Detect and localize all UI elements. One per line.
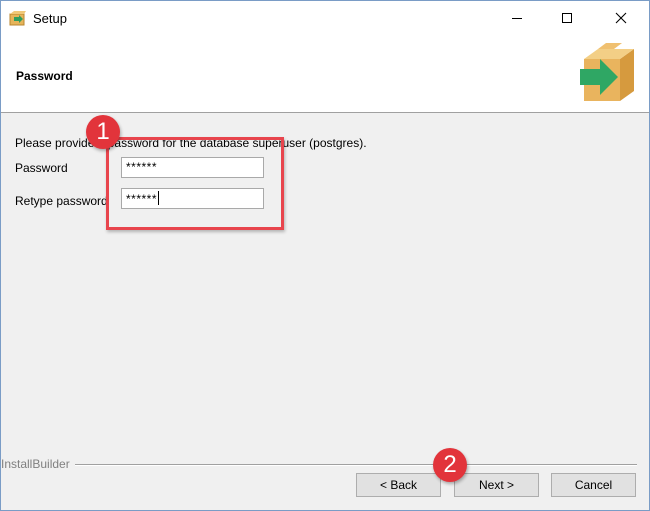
highlight-box: [106, 137, 284, 230]
step-badge-2: 2: [433, 448, 467, 482]
password-label: Password: [15, 161, 68, 175]
close-button[interactable]: [595, 1, 647, 35]
maximize-button[interactable]: [541, 1, 593, 35]
footer-divider: [1, 464, 637, 466]
back-button[interactable]: < Back: [356, 473, 441, 497]
next-button[interactable]: Next >: [454, 473, 539, 497]
close-icon: [615, 12, 627, 24]
cancel-button[interactable]: Cancel: [551, 473, 636, 497]
page-header: Password: [1, 35, 649, 113]
retype-password-label: Retype password: [15, 194, 108, 208]
setup-app-icon: [9, 10, 27, 26]
title-bar: Setup: [1, 1, 649, 35]
maximize-icon: [562, 13, 572, 23]
step-badge-1: 1: [86, 115, 120, 149]
page-title: Password: [16, 69, 73, 83]
window-title: Setup: [33, 11, 67, 26]
minimize-icon: [512, 18, 522, 19]
password-form: Please provide a password for the databa…: [1, 113, 649, 453]
box-arrow-icon: [576, 41, 638, 106]
setup-window: Setup Password Please provide a password…: [0, 0, 650, 511]
installbuilder-label: InstallBuilder: [1, 457, 75, 471]
minimize-button[interactable]: [491, 1, 543, 35]
